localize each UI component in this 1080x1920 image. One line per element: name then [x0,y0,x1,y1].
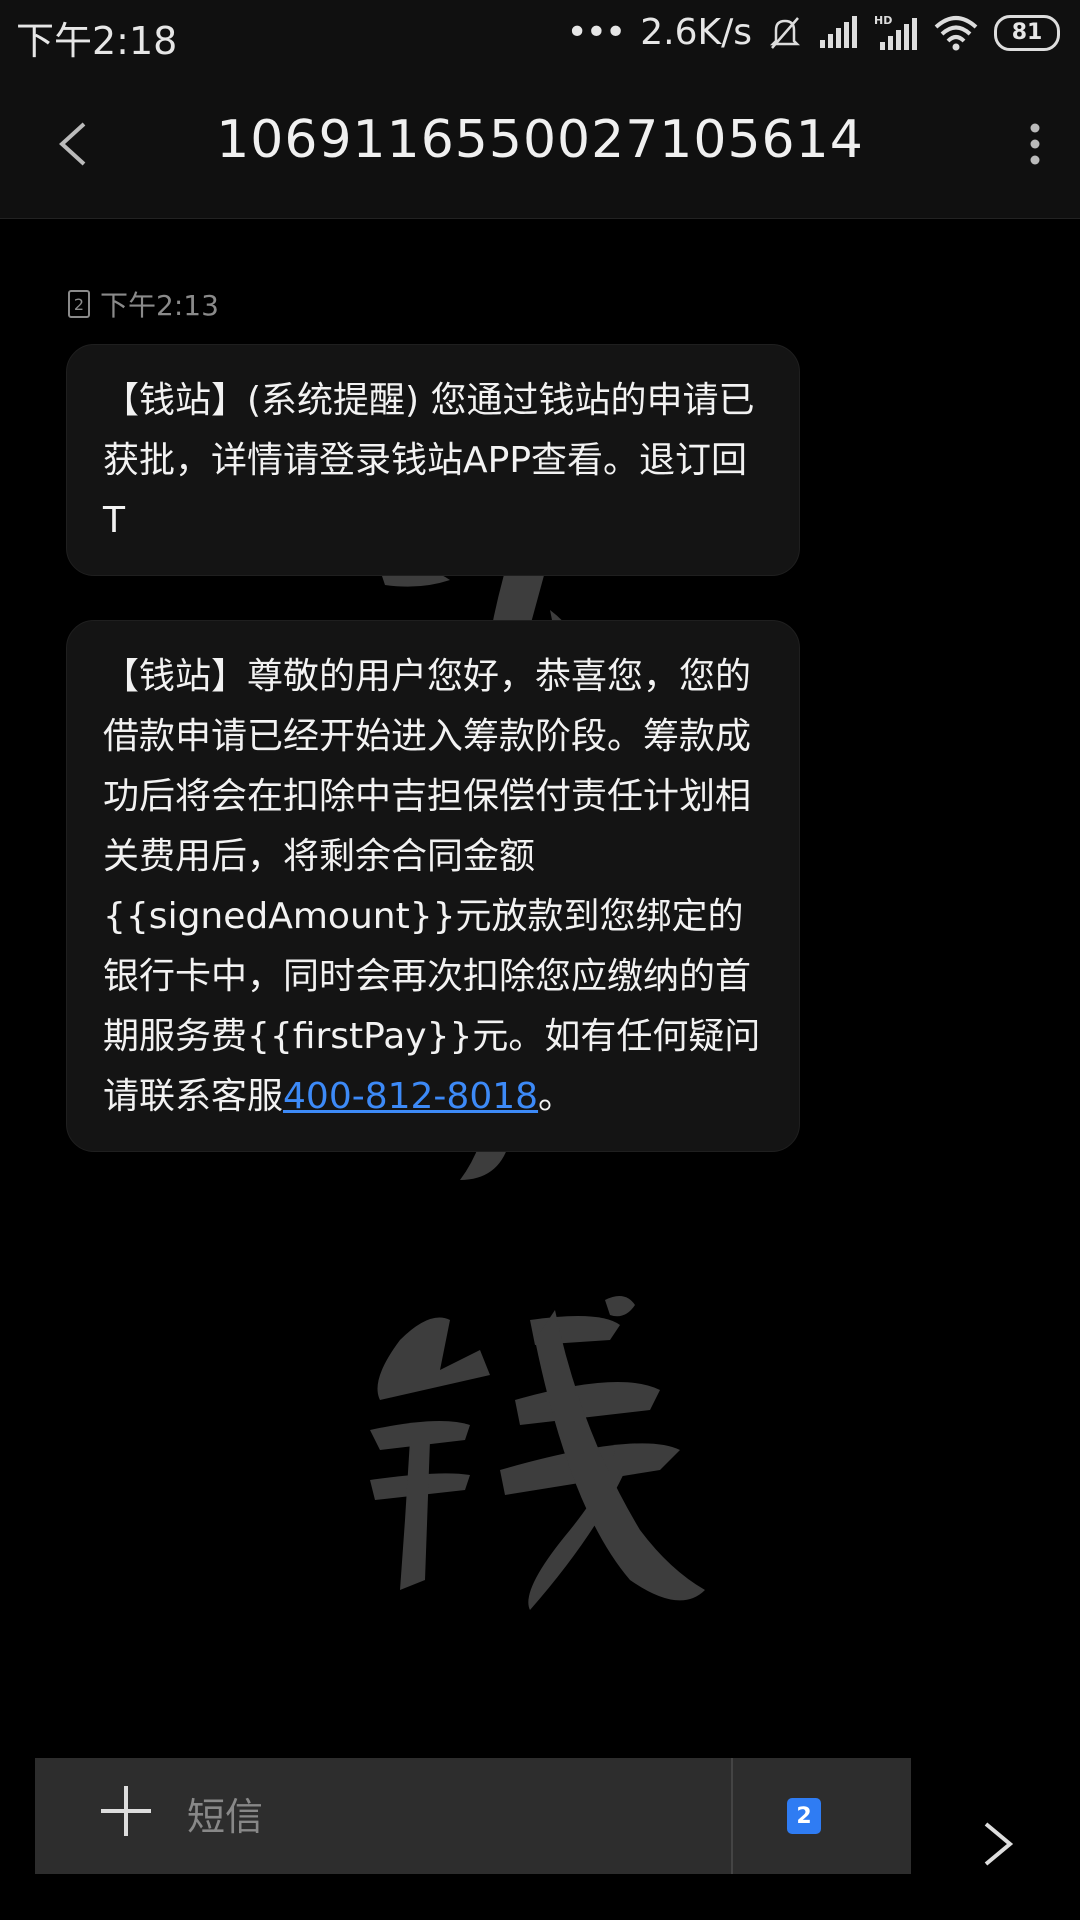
mute-bell-icon [769,16,801,49]
message-text: 【钱站】尊敬的用户您好，恭喜您，您的借款申请已经开始进入筹款阶段。筹款成功后将会… [103,656,761,1117]
conversation-title: 10691165500271056​14 [216,110,864,170]
signal-icon [820,15,857,48]
more-notifications-icon: ••• [566,12,627,53]
sim-select-button[interactable]: 2 [787,1798,821,1834]
conversation-header: 10691165500271056​14 [0,70,1080,219]
message-text-end: 。 [538,1076,575,1117]
svg-text:HD: HD [874,14,892,27]
plus-icon[interactable] [97,1782,155,1840]
battery-level: 81 [1011,20,1043,45]
status-bar: 下午2:18 ••• 2.6K/s HD 81 [0,0,1080,70]
send-arrow-icon[interactable] [980,1820,1016,1868]
compose-divider [731,1758,733,1874]
timestamp-text: 下午2:13 [100,289,219,322]
more-options-icon[interactable] [1028,122,1042,166]
message-text: 【钱站】(系统提醒) 您通过钱站的申请已获批，详情请登录钱站APP查看。退订回T [103,380,755,541]
network-speed: 2.6K/s [640,12,752,53]
message-bubble-2[interactable]: 【钱站】尊敬的用户您好，恭喜您，您的借款申请已经开始进入筹款阶段。筹款成功后将会… [66,620,800,1152]
status-time: 下午2:18 [16,19,178,63]
battery-indicator: 81 [994,14,1060,51]
compose-bar: 2 [35,1758,911,1874]
sim-card-icon: 2 [68,290,90,318]
message-bubble-1[interactable]: 【钱站】(系统提醒) 您通过钱站的申请已获批，详情请登录钱站APP查看。退订回T [66,344,800,576]
hd-signal-icon: HD [874,14,917,50]
status-icons: ••• 2.6K/s HD 81 [567,12,1060,53]
back-arrow-icon[interactable] [52,120,92,168]
message-input[interactable] [185,1778,739,1856]
message-timestamp: 2 下午2:13 [68,284,219,324]
phone-number-link[interactable]: 400-812-8018 [283,1076,538,1117]
wifi-icon [934,15,978,50]
